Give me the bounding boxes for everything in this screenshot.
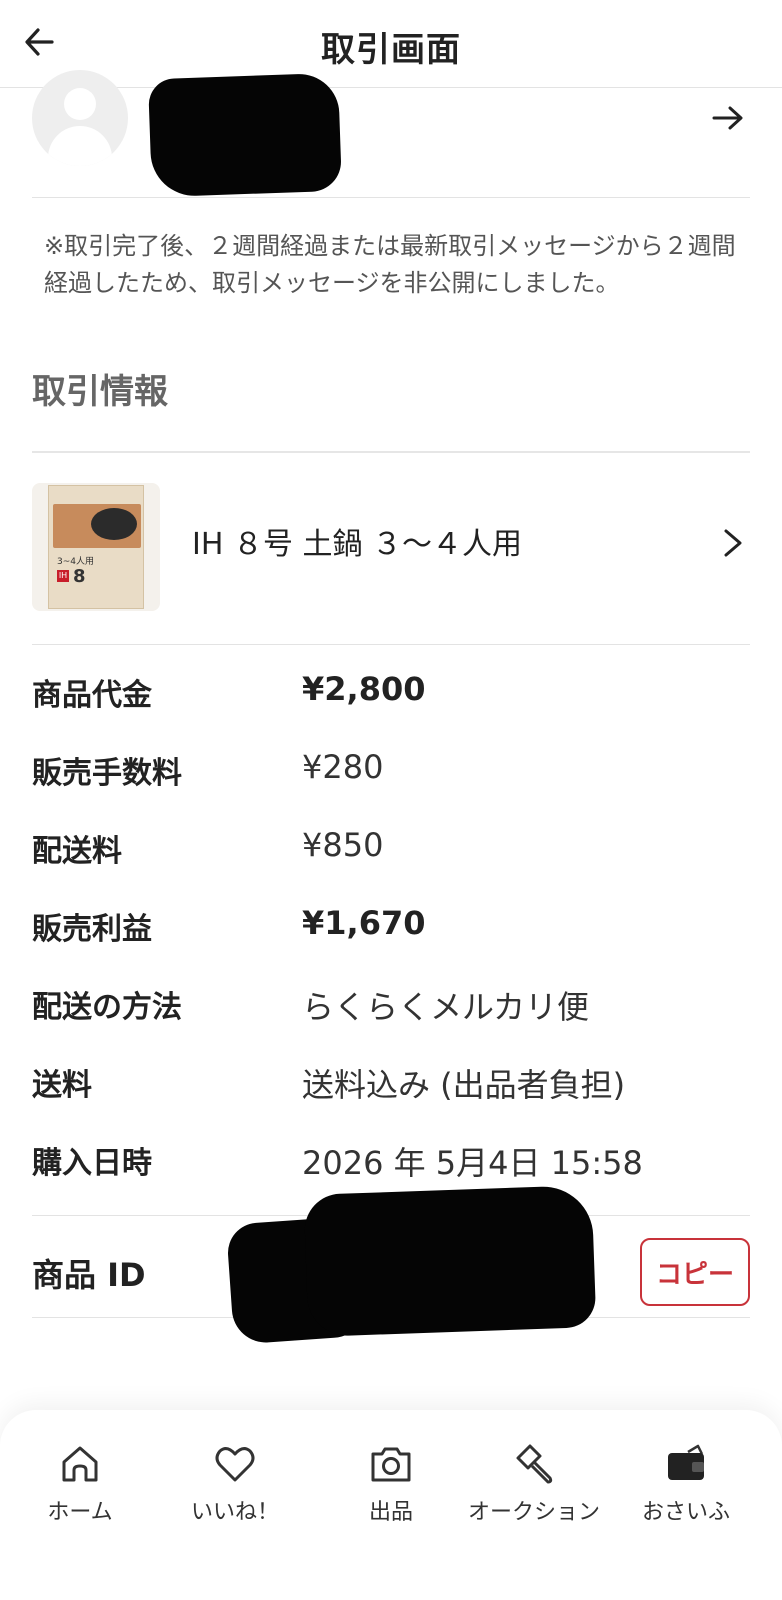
info-label: 商品代金 <box>32 678 152 713</box>
gavel-icon <box>516 1444 553 1484</box>
info-row-shipping-cost: 配送料 ¥850 <box>32 818 750 878</box>
nav-home[interactable]: ホーム <box>5 1440 155 1550</box>
product-name: IH ８号 土鍋 ３～４人用 <box>192 527 523 562</box>
info-label: 購入日時 <box>32 1146 152 1181</box>
message-hidden-notice: ※取引完了後、２週間経過または最新取引メッセージから２週間経過したため、取引メッ… <box>44 232 736 297</box>
copy-button[interactable]: コピー <box>640 1238 750 1306</box>
redacted-product-id <box>303 1185 597 1337</box>
product-id-label: 商品 ID <box>32 1256 146 1294</box>
info-value: ¥2,800 <box>302 670 426 708</box>
page-title: 取引画面 <box>321 30 461 70</box>
arrow-right-icon[interactable] <box>706 96 750 140</box>
home-icon <box>62 1446 98 1482</box>
info-row-shipping-method: 配送の方法 らくらくメルカリ便 <box>32 974 750 1034</box>
info-value: ¥280 <box>302 748 384 786</box>
product-id-row: 商品 ID コピー <box>32 1185 750 1345</box>
nav-auction[interactable]: オークション <box>459 1440 609 1550</box>
info-value: ¥1,670 <box>302 904 426 942</box>
product-thumbnail: 3~4人用 IH 8 <box>32 483 160 611</box>
heart-icon <box>215 1447 255 1482</box>
camera-icon <box>371 1447 411 1482</box>
info-label: 配送料 <box>32 834 122 869</box>
info-row-price: 商品代金 ¥2,800 <box>32 662 750 722</box>
nav-likes[interactable]: いいね！ <box>160 1440 310 1550</box>
info-row-profit: 販売利益 ¥1,670 <box>32 896 750 956</box>
app-header: 取引画面 <box>0 0 782 88</box>
info-label: 販売手数料 <box>32 756 182 791</box>
redacted-username <box>147 72 343 198</box>
info-value: ¥850 <box>302 826 384 864</box>
chevron-right-icon <box>724 529 742 557</box>
avatar <box>32 70 128 166</box>
info-value: 2026 年 5月4日 15:58 <box>302 1144 643 1182</box>
info-value: 送料込み (出品者負担) <box>302 1066 626 1104</box>
info-row-postage: 送料 送料込み (出品者負担) <box>32 1052 750 1112</box>
user-row[interactable] <box>32 70 750 198</box>
info-value: らくらくメルカリ便 <box>302 988 590 1026</box>
info-row-fee: 販売手数料 ¥280 <box>32 740 750 800</box>
nav-wallet[interactable]: おさいふ <box>611 1440 761 1550</box>
product-row[interactable]: 3~4人用 IH 8 IH ８号 土鍋 ３～４人用 <box>32 453 750 645</box>
info-label: 送料 <box>32 1068 92 1103</box>
info-row-purchase-date: 購入日時 2026 年 5月4日 15:58 <box>32 1130 750 1190</box>
info-label: 配送の方法 <box>32 990 182 1025</box>
nav-sell[interactable]: 出品 <box>316 1440 466 1550</box>
wallet-icon <box>668 1444 704 1480</box>
info-label: 販売利益 <box>32 912 152 947</box>
bottom-nav: ホーム いいね！ 出品 オークション おさいふ <box>0 1410 782 1600</box>
section-title: 取引情報 <box>32 372 168 412</box>
